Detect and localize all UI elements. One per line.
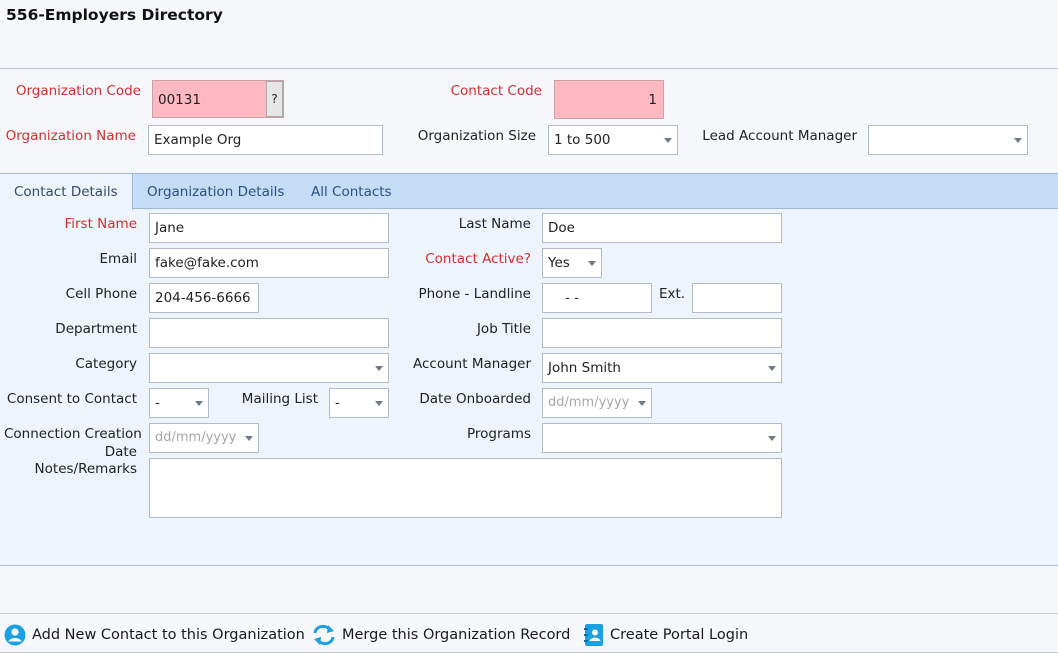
email-field[interactable]: fake@fake.com	[149, 248, 389, 278]
last-name-field[interactable]: Doe	[542, 213, 782, 243]
email-label: Email	[99, 251, 137, 267]
contact-active-value: Yes	[548, 255, 570, 271]
chevron-down-icon[interactable]	[242, 424, 258, 452]
contact-active-label: Contact Active?	[425, 251, 531, 267]
panel-divider	[0, 565, 1058, 566]
first-name-label: First Name	[64, 216, 137, 232]
chevron-down-icon[interactable]	[661, 126, 677, 154]
organization-code-field[interactable]: 00131 ?	[152, 80, 284, 118]
job-title-field[interactable]	[542, 318, 782, 348]
merge-arrows-icon	[313, 624, 335, 646]
job-title-label: Job Title	[476, 321, 531, 337]
programs-select[interactable]	[542, 423, 782, 453]
connection-creation-date-label: Connection Creation Date	[4, 425, 142, 461]
tab-organization-details[interactable]: Organization Details	[133, 174, 298, 209]
programs-label: Programs	[467, 426, 531, 442]
first-name-field[interactable]: Jane	[149, 213, 389, 243]
organization-name-label: Organization Name	[5, 128, 136, 144]
organization-size-value: 1 to 500	[554, 132, 611, 148]
chevron-down-icon[interactable]	[1011, 126, 1027, 154]
cell-phone-field[interactable]: 204-456-6666	[149, 283, 259, 313]
date-onboarded-label: Date Onboarded	[419, 391, 531, 407]
chevron-down-icon[interactable]	[585, 249, 601, 277]
cell-phone-label: Cell Phone	[65, 286, 137, 302]
organization-size-select[interactable]: 1 to 500	[548, 125, 678, 155]
add-contact-label: Add New Contact to this Organization	[32, 627, 305, 643]
last-name-label: Last Name	[458, 216, 531, 232]
organization-size-label: Organization Size	[417, 128, 536, 144]
create-portal-login-button[interactable]: Create Portal Login	[584, 621, 748, 649]
connection-creation-date-label-line-1: Connection Creation	[4, 426, 142, 442]
organization-name-field[interactable]: Example Org	[148, 125, 383, 155]
account-manager-value: John Smith	[548, 360, 621, 376]
chevron-down-icon[interactable]	[635, 389, 651, 417]
chevron-down-icon[interactable]	[765, 354, 781, 382]
notes-remarks-textarea[interactable]	[149, 458, 782, 518]
contact-code-field[interactable]: 1	[554, 80, 664, 119]
account-manager-label: Account Manager	[413, 356, 531, 372]
phone-landline-field[interactable]: - -	[542, 283, 652, 313]
mailing-list-value: -	[335, 395, 340, 411]
merge-organization-label: Merge this Organization Record	[342, 627, 571, 643]
tab-contact-details[interactable]: Contact Details	[0, 174, 133, 210]
extension-field[interactable]	[692, 283, 782, 313]
mailing-list-select[interactable]: -	[329, 388, 389, 418]
merge-organization-button[interactable]: Merge this Organization Record	[312, 621, 570, 649]
consent-to-contact-select[interactable]: -	[149, 388, 209, 418]
header-divider	[0, 68, 1058, 69]
add-user-icon	[4, 624, 26, 646]
category-label: Category	[75, 356, 137, 372]
chevron-down-icon[interactable]	[372, 389, 388, 417]
consent-to-contact-value: -	[155, 395, 160, 411]
account-manager-select[interactable]: John Smith	[542, 353, 782, 383]
consent-to-contact-label: Consent to Contact	[6, 391, 137, 407]
organization-code-value: 00131	[158, 92, 201, 108]
organization-code-lookup-button[interactable]: ?	[266, 81, 283, 117]
date-onboarded-field[interactable]: dd/mm/yyyy	[542, 388, 652, 418]
lead-account-manager-label: Lead Account Manager	[702, 128, 857, 144]
page-title: 556-Employers Directory	[6, 6, 223, 24]
chevron-down-icon[interactable]	[372, 354, 388, 382]
contact-active-select[interactable]: Yes	[542, 248, 602, 278]
lead-account-manager-select[interactable]	[868, 125, 1028, 155]
organization-code-label: Organization Code	[15, 83, 141, 99]
mailing-list-label: Mailing List	[241, 391, 318, 407]
contact-book-icon	[584, 624, 603, 646]
contact-code-label: Contact Code	[450, 83, 542, 99]
connection-creation-date-field[interactable]: dd/mm/yyyy	[149, 423, 259, 453]
create-portal-login-label: Create Portal Login	[610, 627, 749, 643]
connection-creation-date-label-line-2: Date	[104, 444, 137, 460]
department-field[interactable]	[149, 318, 389, 348]
tab-all-contacts[interactable]: All Contacts	[297, 174, 406, 209]
extension-label: Ext.	[659, 286, 686, 302]
category-select[interactable]	[149, 353, 389, 383]
notes-remarks-label: Notes/Remarks	[34, 461, 137, 477]
chevron-down-icon[interactable]	[192, 389, 208, 417]
department-label: Department	[55, 321, 137, 337]
connection-creation-date-placeholder: dd/mm/yyyy	[155, 430, 237, 445]
chevron-down-icon[interactable]	[765, 424, 781, 452]
phone-landline-label: Phone - Landline	[418, 286, 531, 302]
date-onboarded-placeholder: dd/mm/yyyy	[548, 395, 630, 410]
add-contact-button[interactable]: Add New Contact to this Organization	[4, 621, 305, 649]
